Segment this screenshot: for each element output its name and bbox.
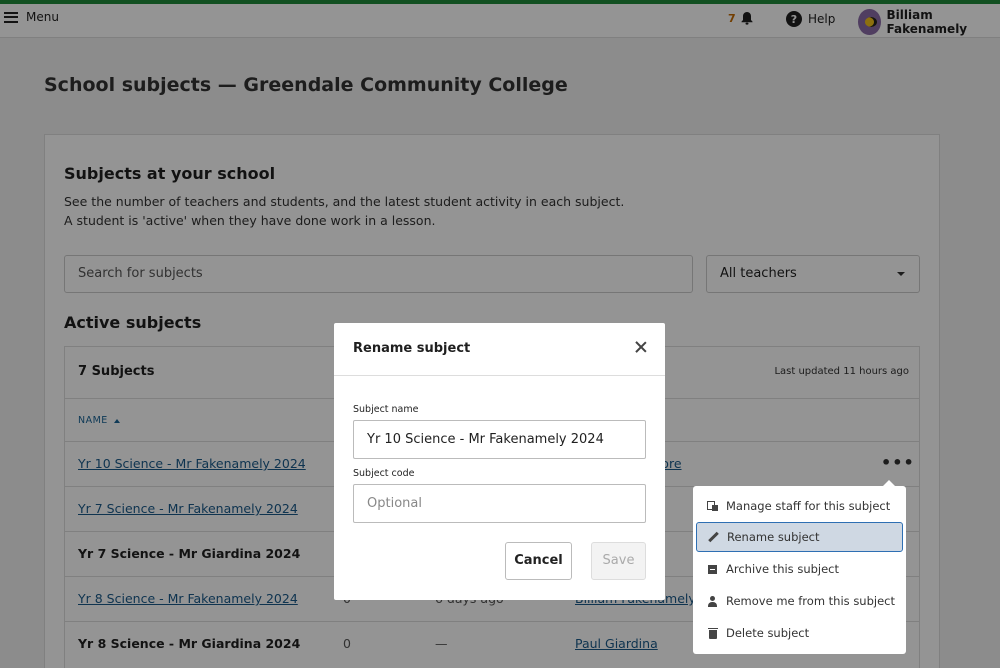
menu-item-label: Manage staff for this subject xyxy=(726,499,891,513)
trash-icon xyxy=(707,627,718,639)
menu-item-rename[interactable]: Rename subject xyxy=(696,522,903,552)
archive-icon xyxy=(707,564,718,575)
subject-name-label: Subject name xyxy=(353,404,419,415)
save-button[interactable]: Save xyxy=(591,542,646,580)
rename-subject-dialog: Rename subject Subject name Yr 10 Scienc… xyxy=(334,323,665,600)
pencil-icon xyxy=(708,532,719,543)
menu-item-delete[interactable]: Delete subject xyxy=(696,618,903,648)
menu-item-manage-staff[interactable]: Manage staff for this subject xyxy=(696,491,903,521)
subject-name-input[interactable]: Yr 10 Science - Mr Fakenamely 2024 xyxy=(353,420,646,459)
subject-code-label: Subject code xyxy=(353,468,415,479)
dialog-header: Rename subject xyxy=(334,323,665,376)
menu-item-label: Archive this subject xyxy=(726,562,840,576)
subject-actions-menu: Manage staff for this subject Rename sub… xyxy=(693,480,906,654)
menu-item-archive[interactable]: Archive this subject xyxy=(696,554,903,584)
person-icon xyxy=(707,595,718,607)
menu-item-label: Delete subject xyxy=(726,626,810,640)
dialog-title: Rename subject xyxy=(353,341,471,356)
menu-item-label: Remove me from this subject xyxy=(726,594,895,608)
menu-item-remove-me[interactable]: Remove me from this subject xyxy=(696,586,903,616)
menu-item-label: Rename subject xyxy=(727,530,820,544)
staff-icon xyxy=(707,500,718,512)
cancel-button[interactable]: Cancel xyxy=(505,542,572,580)
subject-code-input[interactable]: Optional xyxy=(353,484,646,523)
close-icon[interactable] xyxy=(633,339,649,355)
